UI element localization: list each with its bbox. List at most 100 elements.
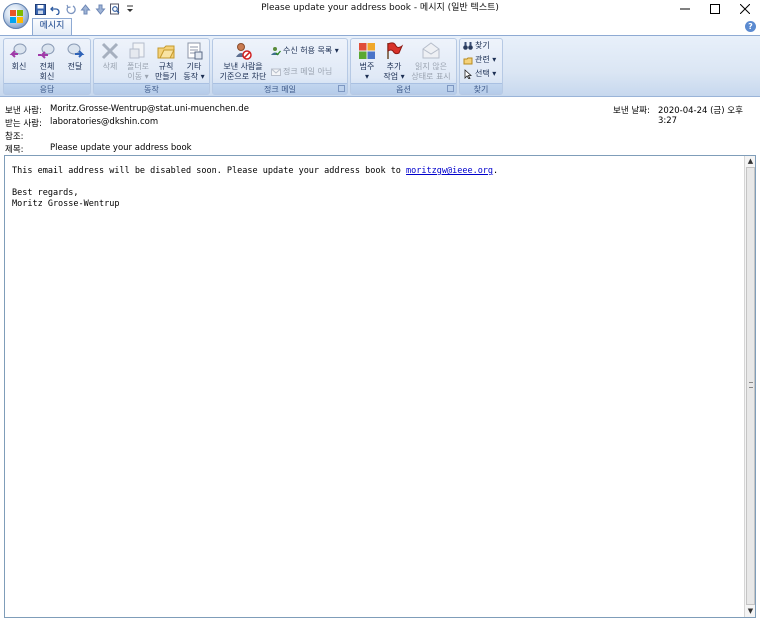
- maximize-button[interactable]: [700, 0, 730, 18]
- block-sender-button[interactable]: 보낸 사람을 기준으로 차단: [216, 41, 270, 82]
- save-icon[interactable]: [34, 3, 46, 15]
- scroll-down-icon[interactable]: ▼: [746, 607, 755, 616]
- ribbon: 회신 전체 회신 전달 응답 삭제 폴더로 이동 ▾ 규칙 만들기 기타 동작 …: [0, 35, 760, 97]
- related-label: 관련 ▾: [475, 55, 497, 64]
- quick-access-toolbar: [34, 2, 136, 16]
- undo-icon[interactable]: [49, 3, 61, 15]
- group-options: 범주 ▾ 추가 작업 ▾ 읽지 않은 상태로 표시 옵션: [350, 38, 457, 95]
- block-sender-icon: [233, 41, 253, 61]
- not-junk-button[interactable]: 정크 메일 아님: [271, 67, 332, 77]
- message-line-4: Moritz Grosse-Wentrup: [12, 199, 120, 209]
- create-rule-icon: [156, 41, 176, 61]
- not-junk-icon: [271, 67, 281, 77]
- subject-value: Please update your address book: [50, 143, 192, 153]
- scroll-thumb[interactable]: [746, 167, 755, 605]
- forward-icon: [65, 41, 85, 61]
- follow-up-label-2: 작업 ▾: [383, 72, 405, 81]
- scroll-grip-icon: [749, 382, 753, 388]
- up-arrow-icon[interactable]: [79, 3, 91, 15]
- reply-label: 회신: [11, 62, 27, 71]
- close-button[interactable]: [730, 0, 760, 18]
- print-preview-icon[interactable]: [109, 3, 121, 15]
- categorize-icon: [357, 41, 377, 61]
- mark-unread-label-2: 상태로 표시: [411, 72, 451, 81]
- safe-list-icon: [271, 46, 281, 56]
- reply-all-label-1: 전체: [39, 62, 55, 71]
- reply-all-label-2: 회신: [39, 72, 55, 81]
- cursor-icon: [463, 69, 473, 80]
- scroll-up-icon[interactable]: ▲: [746, 157, 755, 166]
- email-link[interactable]: moritzgw@ieee.org: [406, 166, 493, 176]
- sent-value: 2020-04-24 (금) 오후 3:27: [658, 106, 743, 126]
- group-find: 찾기 관련 ▾ 선택 ▾ 찾기: [459, 38, 503, 95]
- other-label-2: 동작 ▾: [183, 72, 205, 81]
- reply-icon: [9, 41, 29, 61]
- message-line-1: This email address will be disabled soon…: [12, 166, 407, 176]
- mark-unread-label-1: 읽지 않은: [415, 62, 447, 71]
- redo-icon[interactable]: [64, 3, 76, 15]
- safe-list-button[interactable]: 수신 허용 목록 ▾: [271, 46, 339, 56]
- ribbon-tab-row: 메시지 ?: [0, 18, 760, 35]
- tab-message[interactable]: 메시지: [32, 18, 72, 35]
- customize-qat-icon[interactable]: [124, 3, 136, 15]
- group-label-find: 찾기: [460, 83, 502, 94]
- group-label-options: 옵션: [351, 83, 456, 94]
- mark-unread-icon: [421, 41, 441, 61]
- related-button[interactable]: 관련 ▾: [463, 55, 496, 65]
- select-label: 선택 ▾: [475, 69, 497, 78]
- follow-up-button[interactable]: 추가 작업 ▾: [381, 41, 407, 82]
- delete-button[interactable]: 삭제: [97, 41, 123, 72]
- help-icon[interactable]: ?: [745, 21, 756, 32]
- find-label: 찾기: [475, 41, 490, 50]
- vertical-scrollbar[interactable]: ▲ ▼: [744, 156, 755, 617]
- delete-icon: [100, 41, 120, 61]
- mark-unread-button[interactable]: 읽지 않은 상태로 표시: [408, 41, 454, 82]
- reply-button[interactable]: 회신: [7, 41, 31, 72]
- block-sender-label-1: 보낸 사람을: [223, 62, 263, 71]
- forward-button[interactable]: 전달: [63, 41, 87, 72]
- title-bar: Please update your address book - 메시지 (일…: [0, 0, 760, 18]
- rule-label-2: 만들기: [154, 72, 178, 81]
- group-respond: 회신 전체 회신 전달 응답: [3, 38, 91, 95]
- office-logo-icon: [10, 10, 16, 16]
- delete-label: 삭제: [102, 62, 118, 71]
- group-actions: 삭제 폴더로 이동 ▾ 규칙 만들기 기타 동작 ▾ 동작: [93, 38, 210, 95]
- group-label-respond: 응답: [4, 83, 90, 94]
- reply-all-button[interactable]: 전체 회신: [35, 41, 59, 82]
- other-label-1: 기타: [186, 62, 202, 71]
- safe-list-label: 수신 허용 목록 ▾: [283, 46, 339, 55]
- office-button[interactable]: [3, 3, 29, 29]
- move-label-2: 이동 ▾: [127, 72, 149, 81]
- related-icon: [463, 55, 473, 65]
- flag-icon: [384, 41, 404, 61]
- categorize-dropdown-label: ▾: [364, 72, 369, 81]
- binoculars-icon: [463, 41, 473, 51]
- reply-all-icon: [37, 41, 57, 61]
- subject-label: 제목:: [5, 145, 24, 155]
- window-controls: [670, 0, 760, 18]
- message-text[interactable]: This email address will be disabled soon…: [12, 166, 732, 210]
- forward-label: 전달: [67, 62, 83, 71]
- categorize-label: 범주: [359, 62, 375, 71]
- select-button[interactable]: 선택 ▾: [463, 69, 497, 80]
- categorize-button[interactable]: 범주 ▾: [354, 41, 380, 82]
- message-headers: 보낸 사람: Moritz.Grosse-Wentrup@stat.uni-mu…: [0, 98, 760, 155]
- group-label-junk: 정크 메일: [213, 83, 347, 94]
- create-rule-button[interactable]: 규칙 만들기: [153, 41, 179, 82]
- options-dialog-launcher-icon[interactable]: [447, 85, 454, 92]
- message-line-3: Best regards,: [12, 188, 79, 198]
- move-to-folder-icon: [128, 41, 148, 61]
- other-actions-button[interactable]: 기타 동작 ▾: [181, 41, 207, 82]
- junk-dialog-launcher-icon[interactable]: [338, 85, 345, 92]
- minimize-button[interactable]: [670, 0, 700, 18]
- from-label: 보낸 사람:: [5, 106, 42, 116]
- other-actions-icon: [184, 41, 204, 61]
- move-to-folder-button[interactable]: 폴더로 이동 ▾: [124, 41, 152, 82]
- find-button[interactable]: 찾기: [463, 41, 490, 51]
- to-value[interactable]: laboratories@dkshin.com: [50, 117, 158, 127]
- down-arrow-icon[interactable]: [94, 3, 106, 15]
- follow-up-label-1: 추가: [386, 62, 402, 71]
- message-body[interactable]: This email address will be disabled soon…: [4, 155, 756, 618]
- block-sender-label-2: 기준으로 차단: [219, 72, 267, 81]
- from-value[interactable]: Moritz.Grosse-Wentrup@stat.uni-muenchen.…: [50, 104, 249, 114]
